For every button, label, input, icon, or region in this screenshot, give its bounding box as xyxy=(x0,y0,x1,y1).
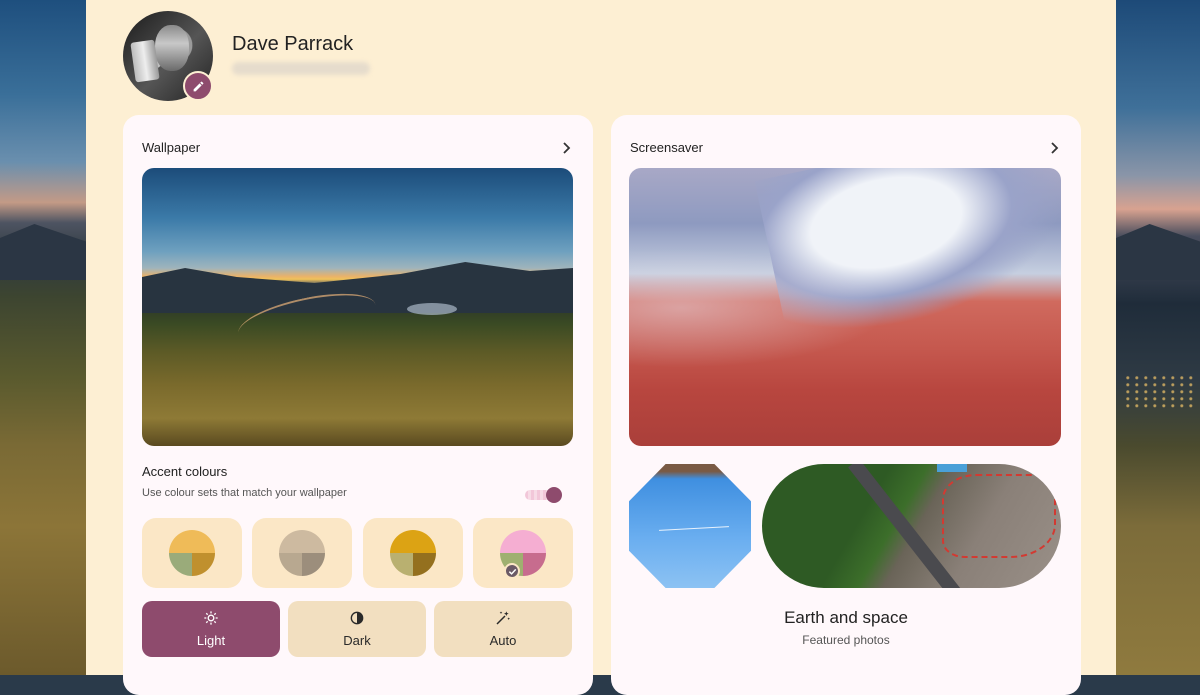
album-title: Earth and space xyxy=(784,608,908,627)
light-mode-label: Light xyxy=(196,633,226,648)
wallpaper-open-button[interactable] xyxy=(557,139,575,157)
pencil-icon xyxy=(193,81,203,91)
accent-swatch-2[interactable] xyxy=(252,518,352,588)
screensaver-thumbnail-sky[interactable] xyxy=(629,464,751,588)
auto-mode-button[interactable]: Auto xyxy=(434,601,572,657)
screensaver-open-button[interactable] xyxy=(1045,139,1063,157)
screensaver-preview[interactable] xyxy=(629,168,1061,446)
wallpaper-title: Wallpaper xyxy=(142,140,201,155)
desktop-wallpaper-right xyxy=(1116,0,1200,675)
swatch-bottom-right xyxy=(523,553,546,576)
magic-wand-icon xyxy=(496,611,510,625)
contrast-icon xyxy=(350,611,364,625)
swatch-top xyxy=(390,530,436,553)
album-subtitle: Featured photos xyxy=(802,633,890,647)
screensaver-card: Screensaver Earth and space Featured pho… xyxy=(611,115,1081,695)
swatch-bottom-right xyxy=(413,553,436,576)
screensaver-title: Screensaver xyxy=(630,140,703,155)
swatch-bottom-left xyxy=(279,553,302,576)
swatch-top xyxy=(279,530,325,553)
user-name: Dave Parrack xyxy=(232,33,354,55)
swatch-bottom-left xyxy=(169,553,192,576)
match-wallpaper-toggle[interactable] xyxy=(525,487,573,503)
swatch-top xyxy=(500,530,546,553)
user-email-blurred xyxy=(232,62,370,75)
colour-swatch xyxy=(390,530,436,576)
chevron-right-icon xyxy=(1051,142,1059,154)
screensaver-thumbnail-aerial[interactable] xyxy=(762,464,1061,588)
accent-swatch-1[interactable] xyxy=(142,518,242,588)
dark-mode-label: Dark xyxy=(343,633,371,648)
colour-swatch xyxy=(169,530,215,576)
brightness-icon xyxy=(204,611,218,625)
desktop-wallpaper-left xyxy=(0,0,86,675)
wallpaper-card: Wallpaper Accent colours Use colour sets… xyxy=(123,115,593,695)
swatch-top xyxy=(169,530,215,553)
accent-swatch-3[interactable] xyxy=(363,518,463,588)
accent-colours-title: Accent colours xyxy=(142,464,228,479)
wallpaper-preview[interactable] xyxy=(142,168,573,446)
edit-avatar-button[interactable] xyxy=(183,71,213,101)
dark-mode-button[interactable]: Dark xyxy=(288,601,426,657)
swatch-bottom-left xyxy=(390,553,413,576)
swatch-bottom-right xyxy=(192,553,215,576)
accent-swatch-4[interactable] xyxy=(473,518,573,588)
chevron-right-icon xyxy=(563,142,571,154)
light-mode-button[interactable]: Light xyxy=(142,601,280,657)
swatch-bottom-right xyxy=(302,553,325,576)
personalization-panel: Dave Parrack Wallpaper Accent colours Us… xyxy=(86,0,1116,695)
auto-mode-label: Auto xyxy=(489,633,517,648)
selected-check-icon xyxy=(504,563,520,579)
colour-swatch xyxy=(279,530,325,576)
accent-colours-subtitle: Use colour sets that match your wallpape… xyxy=(142,487,347,499)
